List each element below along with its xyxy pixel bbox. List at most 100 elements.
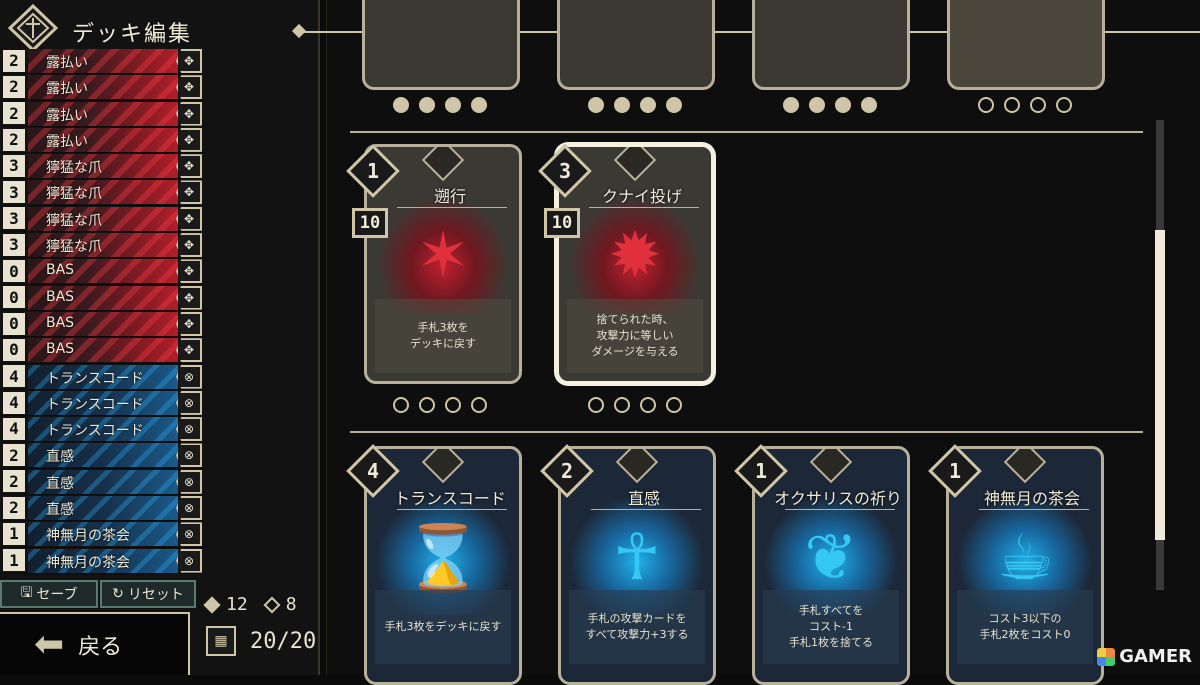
copy-dot [445, 397, 461, 413]
back-label: 戻る [78, 634, 123, 660]
card-count: 3 [3, 181, 25, 204]
attack-type-icon: ✥ [176, 259, 202, 284]
reset-icon: ↻ [112, 586, 124, 602]
scrollbar-thumb[interactable] [1155, 230, 1165, 540]
deck-list-item[interactable]: 2 直感 ⊗ [0, 495, 206, 522]
deck-list-item[interactable]: 1 神無月の茶会 ⊗ [0, 521, 206, 548]
deck-total-value: 20/20 [250, 628, 317, 654]
deck-list-item[interactable]: 2 露払い ✥ [0, 48, 206, 75]
card-type-stats: 12 8 [203, 594, 316, 615]
skill-type-icon: ⊗ [176, 417, 202, 442]
card-title-rule [397, 509, 507, 510]
deck-list-item[interactable]: 2 直感 ⊗ [0, 469, 206, 496]
card-title-rule [785, 509, 895, 510]
copy-dot [471, 97, 487, 113]
card-count: 2 [3, 470, 25, 493]
card-attack-badge: 10 [544, 208, 580, 238]
card-cost: 1 [366, 159, 380, 183]
reset-button[interactable]: ↻ リセット [100, 580, 196, 608]
deck-list-item[interactable]: 2 露払い ✥ [0, 127, 206, 154]
deck-list-item[interactable]: 2 露払い ✥ [0, 101, 206, 127]
deck-card-list: 2 露払い ✥ 2 露払い ✥ 2 露払い ✥ 2 露払い ✥ 3 獰猛な爪 ✥ 3 獰猛な爪 ✥ 3 獰猛な爪 ✥ 3 獰… [0, 48, 206, 574]
copy-dot [861, 97, 877, 113]
card-count: 4 [3, 365, 25, 388]
card-count: 2 [3, 75, 25, 98]
card-name: トランスコード [46, 370, 144, 387]
deck-list-item[interactable]: 3 獰猛な爪 ✥ [0, 206, 206, 233]
card-ornament-icon [809, 449, 853, 484]
back-button[interactable]: ⬅ 戻る [0, 612, 190, 675]
card-copy-dots [393, 397, 487, 413]
card-count: 0 [3, 286, 25, 309]
skill-type-icon: ⊗ [176, 390, 202, 415]
attack-type-icon: ✥ [176, 206, 202, 231]
page-title: デッキ編集 [72, 22, 193, 47]
deck-list-item[interactable]: 3 獰猛な爪 ✥ [0, 232, 206, 259]
deck-list-item[interactable]: 1 神無月の茶会 ⊗ [0, 548, 206, 574]
card-name: BAS [46, 314, 75, 331]
card-count: 0 [3, 312, 25, 335]
card-partial[interactable] [752, 0, 910, 90]
copy-dot [1056, 97, 1072, 113]
copy-dot [471, 397, 487, 413]
copy-dot [588, 97, 604, 113]
arrow-left-icon: ⬅ [34, 624, 65, 665]
attack-type-icon: ✥ [176, 101, 202, 126]
card-name: BAS [46, 341, 75, 358]
card-copy-dots [783, 97, 877, 113]
card-description: コスト3以下の 手札2枚をコスト0 [957, 590, 1093, 664]
deck-panel: デッキ編集 2 露払い ✥ 2 露払い ✥ 2 露払い ✥ 2 露払い ✥ 3 獰猛な爪 ✥ 3 獰猛な爪 ✥ 3 獰… [0, 0, 320, 675]
card-name: 直感 [46, 475, 74, 492]
save-icon: 🖫 [20, 585, 33, 601]
attack-type-icon: ✥ [176, 285, 202, 310]
copy-dot [640, 397, 656, 413]
card-name: トランスコード [46, 423, 144, 440]
deck-list-item[interactable]: 2 露払い ✥ [0, 74, 206, 101]
card-title-rule [589, 207, 699, 208]
card-partial[interactable] [557, 0, 715, 90]
attack-type-icon: ✥ [176, 154, 202, 179]
skill-type-icon: ⊗ [176, 522, 202, 547]
copy-dot [809, 97, 825, 113]
card-partial[interactable] [947, 0, 1105, 90]
deck-list-item[interactable]: 0 BAS ✥ [0, 311, 206, 338]
deck-list-item[interactable]: 2 直感 ⊗ [0, 442, 206, 469]
card-copy-dots [588, 397, 682, 413]
copy-dot [640, 97, 656, 113]
card-cost: 4 [366, 459, 380, 483]
deck-list-item[interactable]: 4 トランスコード ⊗ [0, 416, 206, 443]
attack-type-icon: ✥ [176, 49, 202, 73]
card-count: 2 [3, 49, 25, 72]
card-count: 4 [3, 417, 25, 440]
card-count: 4 [3, 391, 25, 414]
card-name: 露払い [46, 133, 88, 150]
card-name: 露払い [46, 107, 88, 124]
deck-list-item[interactable]: 3 獰猛な爪 ✥ [0, 179, 206, 206]
card-name: 直感 [46, 449, 74, 466]
card-count: 0 [3, 260, 25, 283]
attack-type-icon: ✥ [176, 311, 202, 336]
card-name: BAS [46, 288, 75, 305]
card-title-rule [979, 509, 1089, 510]
deck-icon: ▦ [206, 626, 236, 656]
deck-list-item[interactable]: 3 獰猛な爪 ✥ [0, 153, 206, 180]
copy-dot [666, 397, 682, 413]
gamer-logo-icon [1097, 647, 1116, 666]
card-title: 遡行 [433, 187, 466, 206]
copy-dot [1004, 97, 1020, 113]
card-ornament-icon [421, 147, 465, 182]
card-count: 3 [3, 154, 25, 177]
deck-list-item[interactable]: 4 トランスコード ⊗ [0, 364, 206, 390]
card-cost: 2 [560, 459, 574, 483]
deck-list-item[interactable]: 0 BAS ✥ [0, 258, 206, 285]
card-title: 直感 [627, 489, 660, 508]
deck-list-item[interactable]: 0 BAS ✥ [0, 337, 206, 364]
copy-dot [978, 97, 994, 113]
card-name: トランスコード [46, 396, 144, 413]
save-button[interactable]: 🖫 セーブ [0, 580, 98, 608]
card-partial[interactable] [362, 0, 520, 90]
skill-type-icon: ⊗ [176, 496, 202, 521]
deck-list-item[interactable]: 4 トランスコード ⊗ [0, 390, 206, 417]
deck-list-item[interactable]: 0 BAS ✥ [0, 285, 206, 311]
winged-book-icon: ❦ [804, 521, 858, 595]
